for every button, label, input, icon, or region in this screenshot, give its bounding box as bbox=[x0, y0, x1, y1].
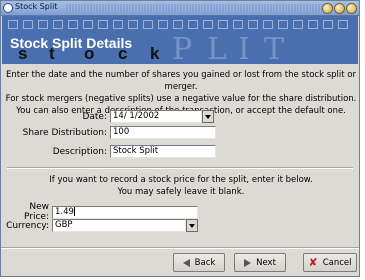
distribution-row: Share Distribution: 100 bbox=[7, 126, 216, 139]
banner-letter: s bbox=[18, 44, 28, 63]
date-picker-button[interactable] bbox=[202, 110, 214, 123]
left-arrow-icon bbox=[182, 258, 190, 267]
right-arrow-icon bbox=[244, 258, 252, 267]
page-title: Stock Split Details bbox=[10, 35, 133, 51]
watermark-letter: I bbox=[238, 32, 250, 64]
date-label: Date: bbox=[82, 111, 107, 122]
watermark-letter: P bbox=[172, 32, 193, 64]
title-bar-grip bbox=[65, 4, 333, 12]
druid-banner: P L I T Stock Split Details s t o c k bbox=[2, 16, 358, 64]
cancel-button-label: Cancel bbox=[322, 257, 352, 268]
close-x-icon: ✘ bbox=[308, 256, 318, 269]
back-button[interactable]: Back bbox=[173, 253, 225, 272]
price-note-line: You may safely leave it blank. bbox=[117, 187, 245, 197]
banner-decoration bbox=[8, 20, 348, 29]
chevron-down-icon bbox=[189, 223, 195, 228]
banner-letter: t bbox=[49, 44, 55, 63]
section-divider bbox=[7, 167, 353, 169]
window-title: Stock Split bbox=[15, 2, 58, 11]
banner-letter: o bbox=[84, 44, 95, 63]
chevron-down-icon bbox=[205, 114, 211, 119]
banner-letter: c bbox=[118, 44, 128, 63]
text-cursor bbox=[73, 206, 75, 216]
share-distribution-label: Share Distribution: bbox=[22, 127, 107, 138]
description-label: Description: bbox=[52, 146, 107, 157]
cancel-button[interactable]: ✘ Cancel bbox=[303, 253, 357, 272]
new-price-value: 1.49 bbox=[55, 206, 74, 217]
date-row: Date: 14/ 1/2002 bbox=[31, 110, 214, 123]
currency-row: Currency: GBP bbox=[5, 219, 198, 232]
title-bar[interactable]: Stock Split bbox=[1, 1, 359, 16]
share-distribution-input[interactable]: 100 bbox=[110, 126, 216, 139]
description-input[interactable]: Stock Split bbox=[110, 145, 216, 158]
watermark-letter: L bbox=[207, 32, 227, 64]
price-note-line: If you want to record a stock price for … bbox=[49, 175, 313, 185]
currency-select[interactable]: GBP bbox=[52, 219, 186, 232]
app-icon[interactable] bbox=[3, 3, 13, 13]
maximize-icon[interactable] bbox=[334, 3, 345, 14]
date-input[interactable]: 14/ 1/2002 bbox=[110, 110, 202, 123]
minimize-icon[interactable] bbox=[322, 3, 333, 14]
banner-letter: k bbox=[150, 44, 160, 63]
intro-line: For stock mergers (negative splits) use … bbox=[5, 94, 357, 104]
new-price-input[interactable]: 1.49 bbox=[52, 205, 198, 219]
next-button-label: Next bbox=[256, 257, 276, 268]
watermark-letter: T bbox=[264, 32, 285, 64]
currency-dropdown-button[interactable] bbox=[186, 219, 198, 232]
next-button[interactable]: Next bbox=[234, 253, 286, 272]
stock-split-window: Stock Split P L I T Stock Split Details … bbox=[0, 0, 360, 277]
currency-label: Currency: bbox=[6, 220, 49, 231]
button-bar-divider bbox=[1, 247, 359, 249]
intro-line: Enter the date and the number of shares … bbox=[6, 70, 356, 92]
price-note: If you want to record a stock price for … bbox=[3, 174, 359, 198]
description-row: Description: Stock Split bbox=[31, 145, 216, 158]
close-icon[interactable] bbox=[346, 3, 357, 14]
back-button-label: Back bbox=[194, 257, 216, 268]
window-controls bbox=[322, 3, 357, 14]
